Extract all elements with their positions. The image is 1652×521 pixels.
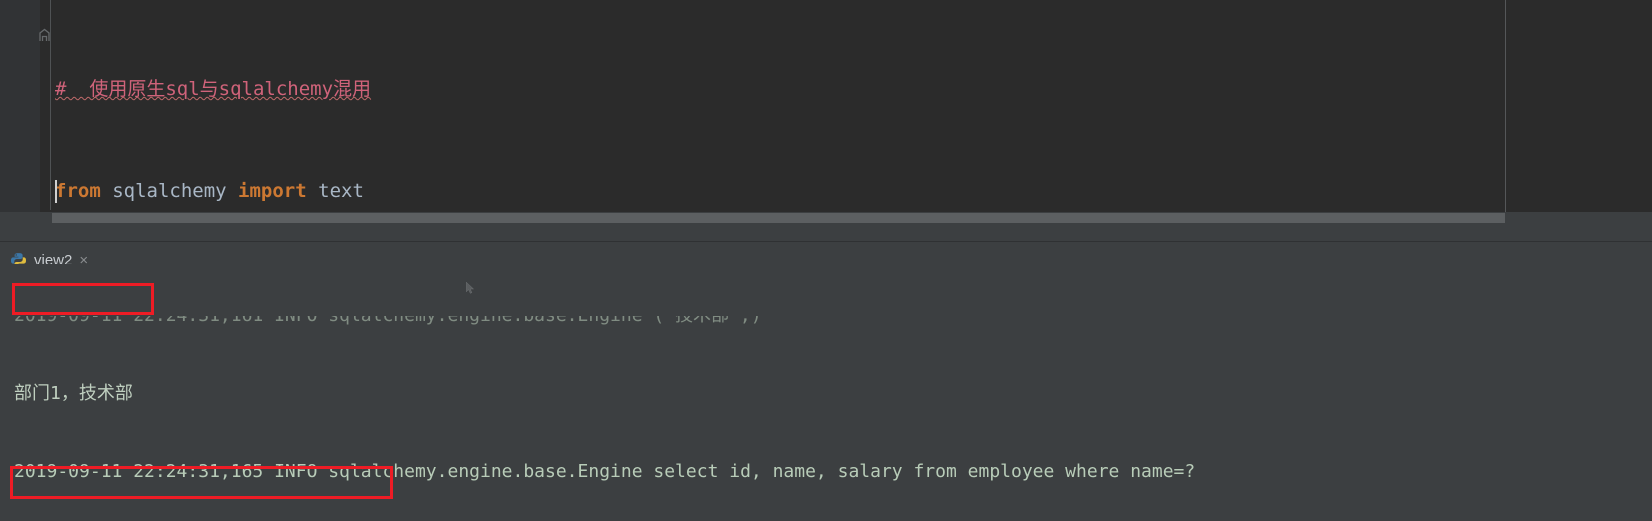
code-editor-pane[interactable]: # 使用原生sql与sqlalchemy混用 from sqlalchemy i…: [0, 0, 1652, 213]
mouse-pointer: [465, 279, 476, 294]
module-name: sqlalchemy: [100, 180, 239, 203]
console-line-0-text: 2019-09-11 22:24:31,161 INFO sqlalchemy.…: [14, 316, 1379, 329]
comment-token: # 使用原生sql与sqlalchemy混用: [55, 77, 372, 100]
console-line-2-text: 2019-09-11 22:24:31,165 INFO sqlalchemy.…: [14, 461, 1196, 482]
console-line-1-text: 部门1，技术部: [14, 383, 133, 404]
editor-scrollbar-thumb[interactable]: [52, 213, 1505, 223]
editor-right-border: [1505, 0, 1506, 213]
code-line-1[interactable]: # 使用原生sql与sqlalchemy混用: [55, 77, 1451, 103]
run-console-pane[interactable]: view2 × 2019-09-11 22:24:31,161 INFO sql…: [0, 242, 1652, 521]
code-line-2[interactable]: from sqlalchemy import text: [55, 179, 1451, 205]
console-line-1: 部门1，技术部: [14, 381, 1379, 407]
indent-guide: [50, 0, 51, 210]
console-output-area[interactable]: 2019-09-11 22:24:31,161 INFO sqlalchemy.…: [0, 264, 1652, 521]
console-line-0: 2019-09-11 22:24:31,161 INFO sqlalchemy.…: [14, 316, 1379, 329]
editor-horizontal-scrollbar[interactable]: [0, 212, 1652, 224]
editor-bottom-spacer: [0, 224, 1652, 242]
keyword-from: from: [55, 180, 101, 203]
code-content[interactable]: # 使用原生sql与sqlalchemy混用 from sqlalchemy i…: [55, 0, 1451, 213]
text-caret: [55, 180, 57, 203]
console-output-text: 2019-09-11 22:24:31,161 INFO sqlalchemy.…: [14, 264, 1379, 521]
ide-window: # 使用原生sql与sqlalchemy混用 from sqlalchemy i…: [0, 0, 1652, 521]
keyword-import: import: [238, 180, 307, 203]
console-line-2: 2019-09-11 22:24:31,165 INFO sqlalchemy.…: [14, 459, 1379, 485]
imported-name: text: [306, 180, 364, 203]
editor-line-number-gutter[interactable]: [0, 0, 40, 213]
